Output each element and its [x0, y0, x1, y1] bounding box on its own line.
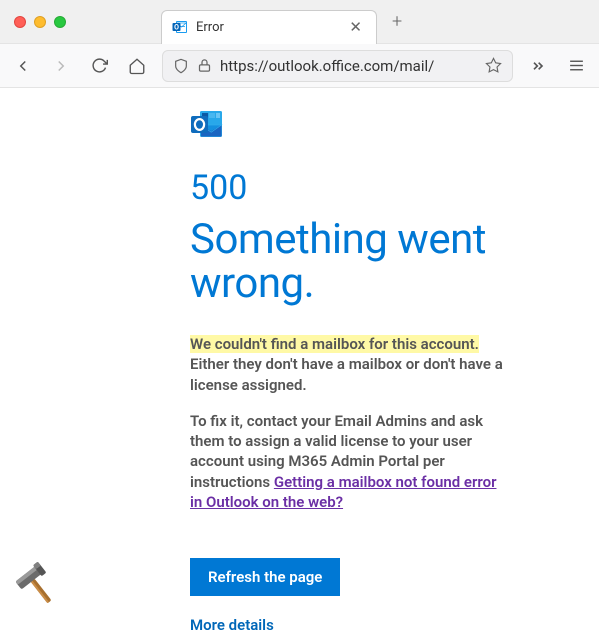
address-bar[interactable]: https://outlook.office.com/mail/ [162, 50, 513, 82]
close-tab-icon[interactable]: ✕ [345, 18, 366, 36]
error-heading: Something went wrong. [190, 218, 569, 306]
browser-titlebar: O Error ✕ + [0, 0, 599, 44]
more-details-link[interactable]: More details [190, 616, 569, 634]
back-button[interactable] [10, 53, 36, 79]
reload-button[interactable] [86, 53, 112, 79]
overflow-button[interactable] [525, 53, 551, 79]
hamburger-menu-button[interactable] [563, 53, 589, 79]
error-body: We couldn't find a mailbox for this acco… [190, 334, 510, 512]
highlighted-message: We couldn't find a mailbox for this acco… [190, 335, 479, 353]
url-text[interactable]: https://outlook.office.com/mail/ [220, 57, 477, 75]
minimize-window-button[interactable] [34, 16, 46, 28]
browser-tab[interactable]: O Error ✕ [161, 10, 377, 44]
tab-title: Error [196, 20, 345, 35]
hammer-icon [12, 560, 62, 610]
outlook-logo-icon [190, 108, 224, 142]
home-button[interactable] [124, 53, 150, 79]
browser-toolbar: https://outlook.office.com/mail/ [0, 44, 599, 88]
refresh-button[interactable]: Refresh the page [190, 558, 340, 596]
error-code: 500 [190, 168, 569, 208]
forward-button[interactable] [48, 53, 74, 79]
maximize-window-button[interactable] [54, 16, 66, 28]
page-content: 500 Something went wrong. We couldn't fi… [0, 88, 599, 634]
bookmark-icon[interactable] [485, 57, 502, 74]
close-window-button[interactable] [14, 16, 26, 28]
message-remainder: Either they don't have a mailbox or don'… [190, 355, 503, 393]
lock-icon[interactable] [197, 58, 212, 73]
shield-icon[interactable] [173, 58, 189, 74]
new-tab-button[interactable]: + [392, 11, 402, 32]
svg-text:O: O [174, 24, 179, 32]
outlook-favicon: O [172, 19, 188, 35]
window-controls [14, 16, 66, 28]
